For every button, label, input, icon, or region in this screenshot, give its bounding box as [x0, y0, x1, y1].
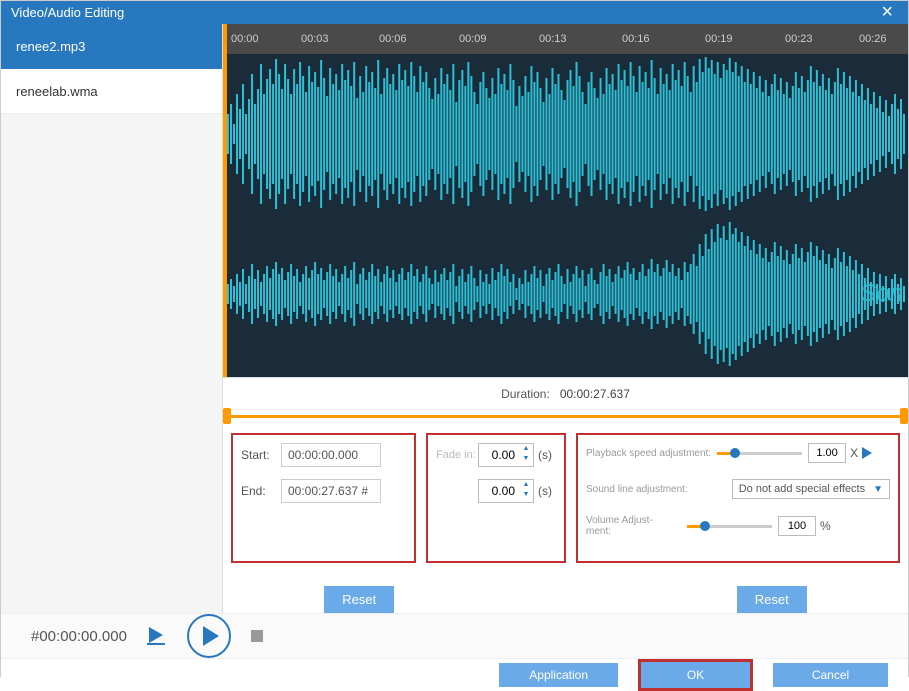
effects-label: Sound line adjustment:: [586, 484, 688, 495]
controls-area: Start: End: Fade in: ▲: [223, 423, 908, 573]
volume-unit: %: [820, 519, 831, 533]
timeline-ruler[interactable]: 00:00 00:03 00:06 00:09 00:13 00:16 00:1…: [227, 24, 908, 54]
titlebar: Video/Audio Editing ×: [1, 1, 908, 24]
tick: 00:09: [459, 33, 487, 45]
play-icon: [203, 626, 219, 646]
effects-value: Do not add special effects: [739, 483, 865, 495]
volume-value-input[interactable]: [778, 516, 816, 536]
volume-label: Volume Adjust- ment:: [586, 515, 681, 537]
fade-out-spinner[interactable]: ▲ ▼: [478, 479, 534, 503]
tick: 00:06: [379, 33, 407, 45]
waveform-channel-1: [227, 54, 908, 214]
reset-trim-button[interactable]: Reset: [324, 586, 394, 613]
file-sidebar: renee2.mp3 reneelab.wma: [1, 24, 223, 613]
play-preview-icon[interactable]: [862, 447, 872, 459]
cancel-button[interactable]: Cancel: [773, 663, 888, 687]
reset-row: Reset Reset: [223, 573, 908, 613]
playback-time: #00:00:00.000: [31, 628, 127, 645]
spinner-down-icon[interactable]: ▼: [519, 455, 533, 465]
fade-unit: (s): [538, 484, 552, 498]
tick: 00:13: [539, 33, 567, 45]
spinner-down-icon[interactable]: ▼: [519, 491, 533, 501]
tick: 00:16: [622, 33, 650, 45]
playback-bar: #00:00:00.000: [1, 613, 908, 658]
speed-label: Playback speed adjustment:: [586, 448, 711, 459]
end-label: End:: [241, 484, 281, 498]
duration-label: Duration:: [501, 387, 550, 401]
tick: 00:23: [785, 33, 813, 45]
stop-button[interactable]: [251, 630, 263, 642]
tick: 00:03: [301, 33, 329, 45]
trim-slider[interactable]: [223, 409, 908, 423]
tick: 00:19: [705, 33, 733, 45]
adjust-box: Playback speed adjustment: X Sound line …: [576, 433, 900, 563]
start-time-input[interactable]: [281, 443, 381, 467]
close-icon[interactable]: ×: [876, 1, 898, 24]
window-title: Video/Audio Editing: [11, 5, 876, 20]
spinner-up-icon[interactable]: ▲: [519, 481, 533, 491]
speed-unit: X: [850, 446, 858, 460]
volume-slider[interactable]: [687, 518, 772, 534]
export-icon[interactable]: [147, 627, 167, 645]
watermark-text: Son: [860, 280, 903, 308]
fade-in-spinner[interactable]: ▲ ▼: [478, 443, 534, 467]
trim-box: Start: End:: [231, 433, 416, 563]
main-area: renee2.mp3 reneelab.wma 00:00 00:03 00:0…: [1, 24, 908, 613]
effects-select[interactable]: Do not add special effects ▼: [732, 479, 890, 499]
trim-handle-start[interactable]: [223, 408, 231, 424]
start-label: Start:: [241, 448, 281, 462]
duration-value: 00:00:27.637: [560, 387, 630, 401]
trim-handle-end[interactable]: [900, 408, 908, 424]
fade-out-input[interactable]: [479, 480, 519, 502]
waveform-area: 00:00 00:03 00:06 00:09 00:13 00:16 00:1…: [223, 24, 908, 377]
content-panel: 00:00 00:03 00:06 00:09 00:13 00:16 00:1…: [223, 24, 908, 613]
waveform-canvas[interactable]: Son: [227, 54, 908, 374]
sidebar-item-label: reneelab.wma: [16, 84, 98, 99]
fade-box: Fade in: ▲ ▼ (s): [426, 433, 566, 563]
reset-fade-button[interactable]: Reset: [737, 586, 807, 613]
duration-bar: Duration: 00:00:27.637: [223, 377, 908, 409]
end-time-input[interactable]: [281, 479, 381, 503]
tick: 00:00: [231, 33, 259, 45]
play-button[interactable]: [187, 614, 231, 658]
fade-unit: (s): [538, 448, 552, 462]
fade-in-input[interactable]: [479, 444, 519, 466]
stop-icon: [251, 630, 263, 642]
chevron-down-icon: ▼: [873, 484, 883, 495]
sidebar-item-file[interactable]: reneelab.wma: [1, 69, 222, 114]
bottom-bar: Application OK Cancel: [1, 658, 908, 691]
tick: 00:26: [859, 33, 887, 45]
fade-in-label: Fade in:: [436, 449, 478, 461]
spinner-up-icon[interactable]: ▲: [519, 445, 533, 455]
trim-slider-bar: [227, 415, 904, 418]
sidebar-item-file[interactable]: renee2.mp3: [1, 24, 222, 69]
speed-value-input[interactable]: [808, 443, 846, 463]
waveform-channel-2: Son: [227, 214, 908, 374]
ok-button[interactable]: OK: [638, 659, 753, 691]
speed-slider[interactable]: [717, 445, 802, 461]
application-button[interactable]: Application: [499, 663, 618, 687]
sidebar-item-label: renee2.mp3: [16, 39, 85, 54]
window: Video/Audio Editing × renee2.mp3 reneela…: [0, 0, 909, 677]
